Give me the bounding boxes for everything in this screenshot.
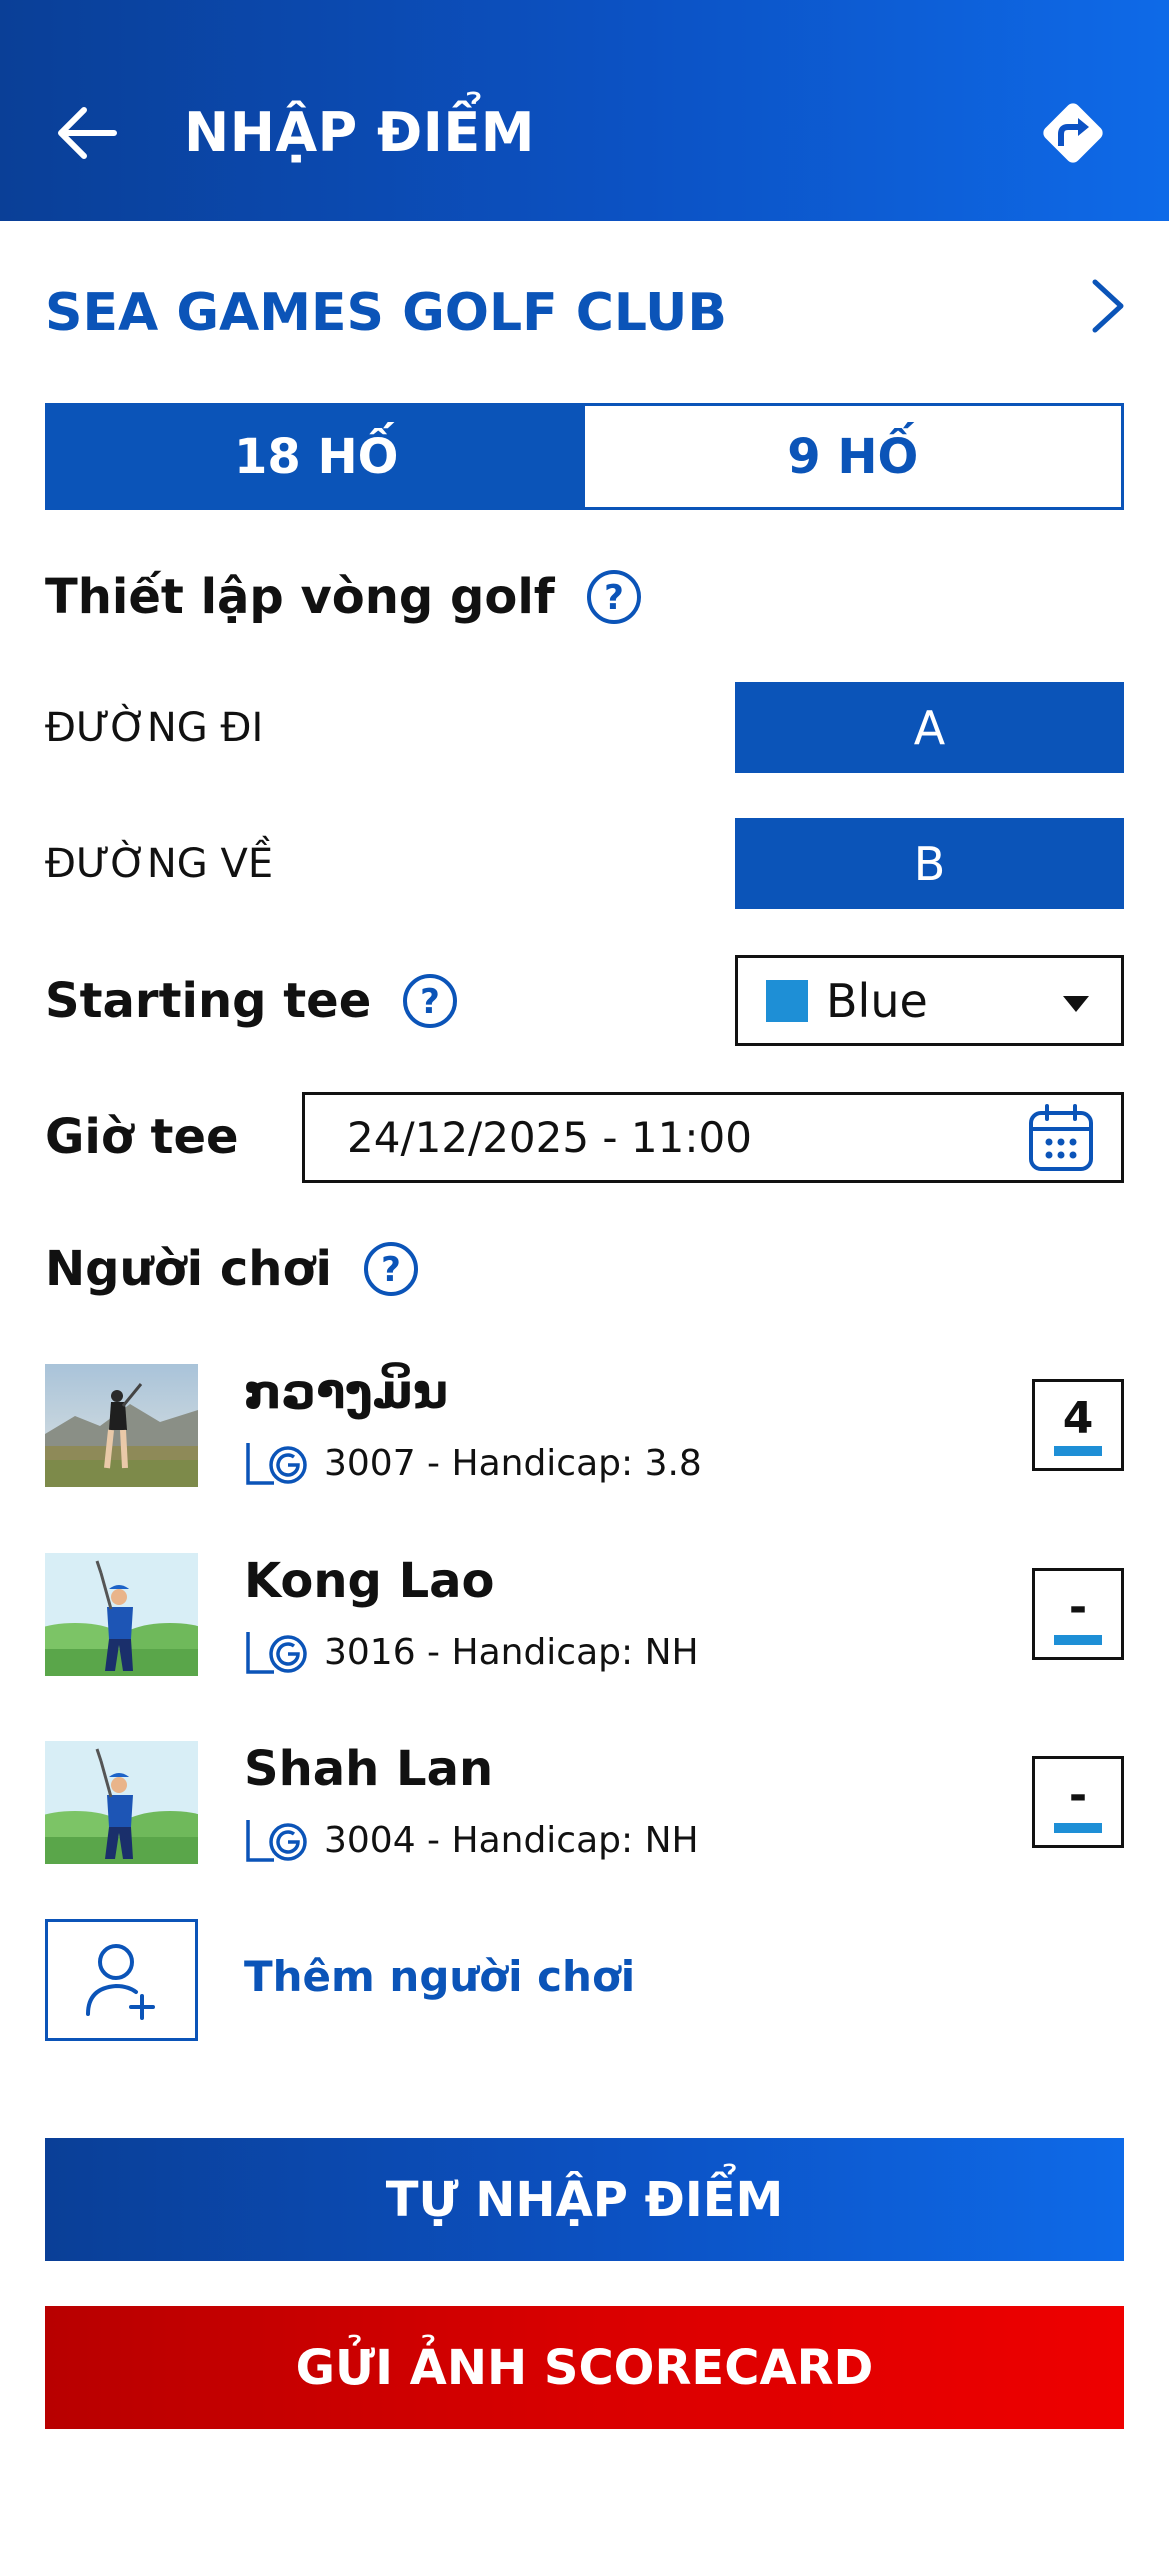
add-player-button[interactable] bbox=[45, 1919, 198, 2041]
player-avatar bbox=[45, 1741, 198, 1864]
player-handicap: 3016 - Handicap: NH bbox=[324, 1631, 699, 1673]
tee-value: Blue bbox=[826, 973, 928, 1028]
out-route-selector[interactable]: A bbox=[735, 682, 1124, 773]
in-route-label: ĐƯỜNG VỀ bbox=[45, 841, 274, 887]
player-row[interactable]: Kong Lao 3016 - Handicap: NH - bbox=[45, 1553, 1124, 1678]
player-row[interactable]: ກວາງມິນ 3007 - Handicap: 3.8 4 bbox=[45, 1364, 1124, 1489]
player-name: ກວາງມິນ bbox=[244, 1364, 448, 1420]
manual-score-button[interactable]: TỰ NHẬP ĐIỂM bbox=[45, 2138, 1124, 2261]
holes-toggle: 18 HỐ 9 HỐ bbox=[45, 403, 1124, 510]
app-header: NHẬP ĐIỂM bbox=[0, 0, 1169, 221]
holes-18-option[interactable]: 18 HỐ bbox=[48, 406, 585, 507]
player-score: - bbox=[1068, 1581, 1088, 1633]
svg-text:?: ? bbox=[604, 578, 624, 618]
starting-tee-dropdown[interactable]: Blue bbox=[735, 955, 1124, 1046]
score-indicator bbox=[1054, 1446, 1102, 1456]
svg-text:?: ? bbox=[381, 1250, 401, 1290]
player-avatar bbox=[45, 1553, 198, 1676]
round-setup-title: Thiết lập vòng golf bbox=[45, 569, 555, 625]
vga-logo-icon bbox=[246, 1443, 307, 1485]
out-route-label: ĐƯỜNG ĐI bbox=[45, 705, 264, 751]
vga-logo-icon bbox=[246, 1820, 307, 1862]
help-icon[interactable]: ? bbox=[585, 568, 643, 626]
help-icon[interactable]: ? bbox=[401, 972, 459, 1030]
starting-tee-label: Starting tee bbox=[45, 973, 372, 1029]
in-route-selector[interactable]: B bbox=[735, 818, 1124, 909]
page-title: NHẬP ĐIỂM bbox=[184, 101, 536, 164]
chevron-right-icon[interactable] bbox=[1083, 276, 1133, 336]
player-name: Kong Lao bbox=[244, 1553, 495, 1609]
vga-logo-icon bbox=[246, 1632, 307, 1674]
player-handicap: 3004 - Handicap: NH bbox=[324, 1819, 699, 1861]
player-meta: 3004 - Handicap: NH bbox=[244, 1816, 699, 1864]
arrow-left-icon[interactable] bbox=[52, 98, 122, 168]
player-row[interactable]: Shah Lan 3004 - Handicap: NH - bbox=[45, 1741, 1124, 1866]
tee-color-swatch bbox=[766, 979, 808, 1022]
directions-icon[interactable] bbox=[1036, 96, 1110, 170]
calendar-icon[interactable] bbox=[1027, 1103, 1095, 1173]
club-name[interactable]: SEA GAMES GOLF CLUB bbox=[45, 276, 727, 350]
player-score-box[interactable]: 4 bbox=[1032, 1379, 1124, 1471]
player-avatar bbox=[45, 1364, 198, 1487]
player-handicap: 3007 - Handicap: 3.8 bbox=[324, 1442, 702, 1484]
send-scorecard-photo-button[interactable]: GỬI ẢNH SCORECARD bbox=[45, 2306, 1124, 2429]
tee-time-field[interactable]: 24/12/2025 - 11:00 bbox=[302, 1092, 1124, 1183]
svg-text:?: ? bbox=[420, 982, 440, 1022]
score-indicator bbox=[1054, 1635, 1102, 1645]
add-player-link[interactable]: Thêm người chơi bbox=[244, 1952, 635, 2001]
players-heading: Người chơi ? bbox=[45, 1234, 420, 1304]
player-name: Shah Lan bbox=[244, 1741, 494, 1797]
player-meta: 3007 - Handicap: 3.8 bbox=[244, 1439, 702, 1487]
player-score-box[interactable]: - bbox=[1032, 1568, 1124, 1660]
holes-9-option[interactable]: 9 HỐ bbox=[584, 406, 1121, 507]
tee-time-heading: Giờ tee bbox=[45, 1102, 239, 1172]
caret-down-icon bbox=[1063, 996, 1089, 1012]
tee-time-label: Giờ tee bbox=[45, 1109, 239, 1165]
tee-time-value: 24/12/2025 - 11:00 bbox=[347, 1113, 752, 1162]
player-score-box[interactable]: - bbox=[1032, 1756, 1124, 1848]
player-score: 4 bbox=[1062, 1392, 1094, 1444]
players-title: Người chơi bbox=[45, 1241, 332, 1297]
score-indicator bbox=[1054, 1823, 1102, 1833]
add-user-icon bbox=[85, 1944, 155, 2020]
player-meta: 3016 - Handicap: NH bbox=[244, 1628, 699, 1676]
player-score: - bbox=[1068, 1769, 1088, 1821]
starting-tee-heading: Starting tee ? bbox=[45, 966, 459, 1036]
round-setup-heading: Thiết lập vòng golf ? bbox=[45, 562, 643, 632]
help-icon[interactable]: ? bbox=[362, 1240, 420, 1298]
